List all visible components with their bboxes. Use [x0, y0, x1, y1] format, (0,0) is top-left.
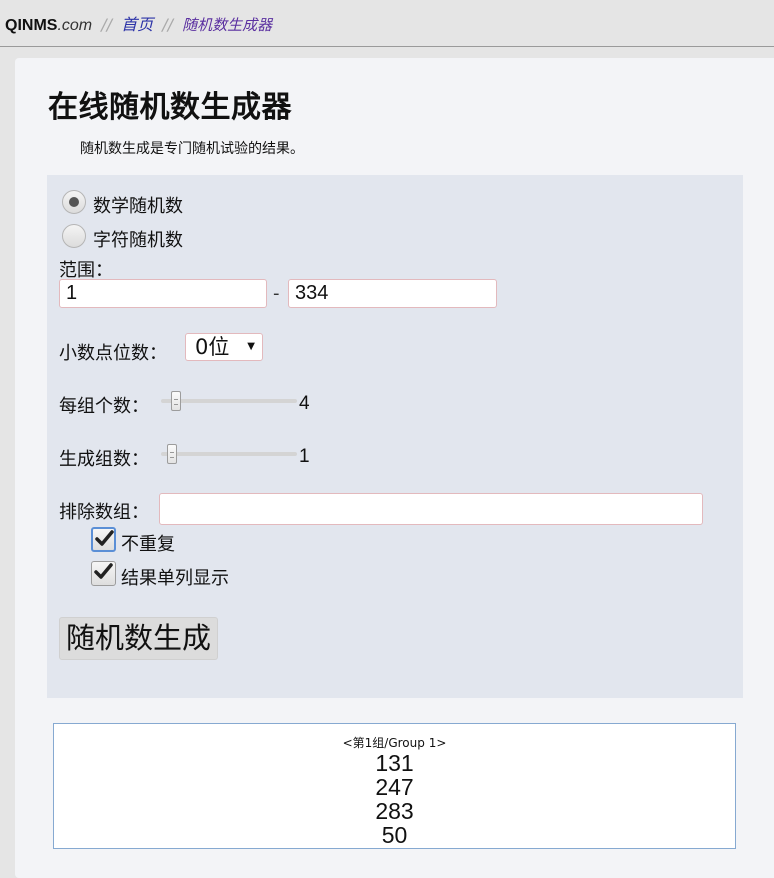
radio-button-unchecked[interactable]	[62, 224, 86, 248]
group-count-value: 1	[299, 446, 310, 467]
per-group-slider[interactable]	[161, 391, 297, 411]
page-intro: 随机数生成是专门随机试验的结果。	[80, 141, 304, 157]
range-max-input[interactable]: 334	[288, 279, 497, 308]
slider-handle[interactable]	[171, 391, 181, 411]
decimal-places-value: 0位	[195, 335, 230, 359]
exclude-label: 排除数组：	[59, 502, 149, 523]
breadcrumb-separator: //	[101, 15, 112, 34]
group-count-label: 生成组数：	[59, 449, 149, 470]
range-separator: -	[273, 283, 280, 304]
per-group-label: 每组个数：	[59, 396, 149, 417]
result-number: 247	[375, 774, 414, 800]
page-title: 在线随机数生成器	[48, 90, 292, 125]
dropdown-arrow-icon: ▼	[247, 341, 255, 352]
result-number: 131	[375, 750, 414, 776]
breadcrumb-separator: //	[162, 15, 173, 34]
radio-button-checked[interactable]	[62, 190, 86, 214]
range-min-input[interactable]: 1	[59, 279, 267, 308]
exclude-input[interactable]	[159, 493, 703, 525]
decimal-places-select[interactable]: 0位 ▼	[185, 333, 263, 361]
radio-char-random[interactable]: 字符随机数	[62, 224, 183, 252]
slider-handle[interactable]	[167, 444, 177, 464]
radio-label: 字符随机数	[93, 230, 183, 251]
no-repeat-checkbox-row[interactable]: 不重复	[91, 527, 175, 556]
result-panel: <第1组/Group 1> 131 247 283 50	[53, 723, 736, 849]
decimal-places-label: 小数点位数：	[59, 343, 167, 364]
single-column-checkbox[interactable]	[91, 561, 116, 586]
no-repeat-label: 不重复	[121, 534, 175, 555]
site-logo-text[interactable]: QINMS	[5, 17, 57, 34]
radio-math-random[interactable]: 数学随机数	[62, 190, 183, 218]
breadcrumb-home-link[interactable]: 首页	[121, 15, 153, 34]
generate-button[interactable]: 随机数生成	[59, 617, 219, 660]
single-column-checkbox-row[interactable]: 结果单列显示	[91, 561, 229, 590]
top-navigation-bar: QINMS.com // 首页 // 随机数生成器	[0, 0, 774, 47]
group-count-slider[interactable]	[161, 444, 297, 464]
no-repeat-checkbox[interactable]	[91, 527, 116, 552]
main-card: 在线随机数生成器 随机数生成是专门随机试验的结果。 数学随机数 字符随机数 范围…	[15, 58, 774, 878]
radio-label: 数学随机数	[93, 196, 183, 217]
result-group-header: <第1组/Group 1>	[342, 736, 447, 750]
checkmark-icon	[94, 563, 113, 579]
site-logo-domain[interactable]: .com	[57, 17, 92, 34]
single-column-label: 结果单列显示	[121, 568, 229, 589]
result-number: 50	[381, 822, 408, 848]
generator-form: 数学随机数 字符随机数 范围： 1 - 334 小数点位数： 0位 ▼ 每组个数…	[47, 175, 743, 698]
per-group-value: 4	[299, 393, 310, 414]
checkmark-icon	[95, 530, 114, 546]
breadcrumb: QINMS.com // 首页 // 随机数生成器	[5, 11, 272, 35]
result-number: 283	[375, 798, 414, 824]
breadcrumb-current-page: 随机数生成器	[182, 16, 273, 34]
